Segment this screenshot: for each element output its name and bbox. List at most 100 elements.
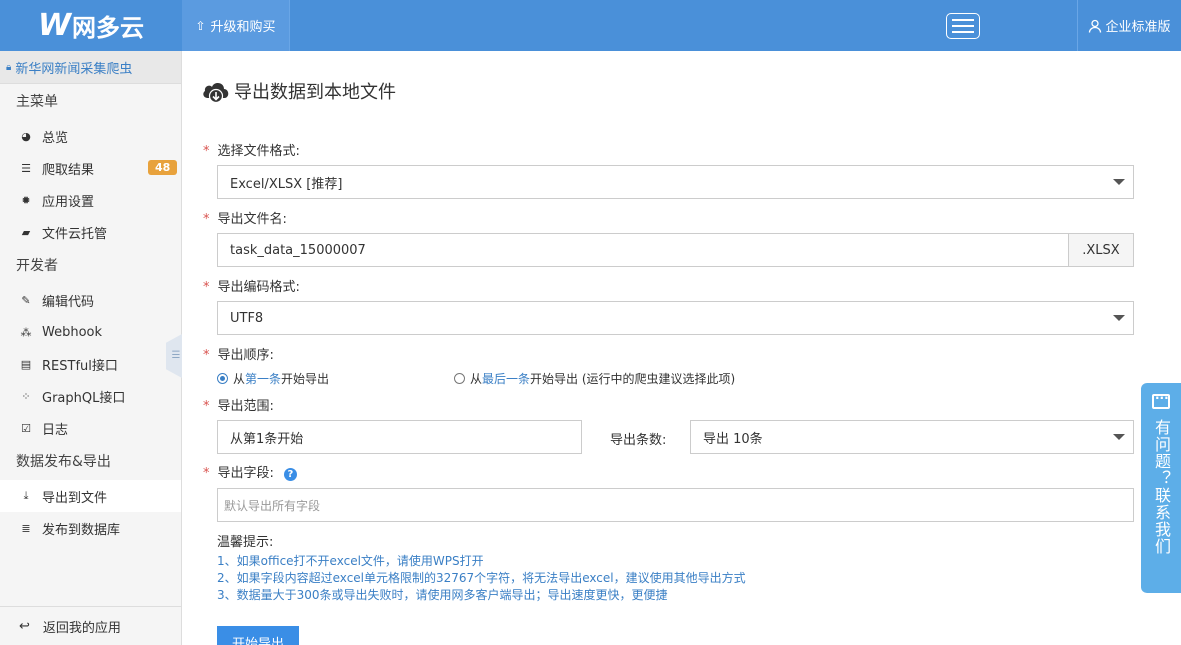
logo[interactable]: W 网多云	[0, 0, 182, 51]
top-bar: W 网多云 ⇧ 升级和购买 企业标准版	[0, 0, 1181, 51]
format-label: * 选择文件格式:	[203, 140, 300, 159]
contact-us-tab[interactable]: 有问题？联系我们	[1141, 383, 1181, 593]
dashboard-icon: ◕	[21, 129, 31, 143]
required-mark: *	[203, 466, 210, 481]
encoding-select[interactable]: UTF8	[217, 301, 1134, 335]
sidebar-item-label: RESTful接口	[42, 358, 118, 374]
hamburger-line	[952, 31, 974, 33]
results-count-badge: 48	[148, 160, 178, 175]
sidebar-item-label: GraphQL接口	[42, 390, 126, 406]
start-export-button[interactable]: 开始导出	[217, 626, 299, 645]
sidebar-item-label: 应用设置	[42, 194, 95, 210]
section-title-developer: 开发者	[16, 258, 58, 274]
upload-arrow-icon: ⇧	[195, 18, 206, 33]
page-title-text: 导出数据到本地文件	[234, 82, 396, 103]
tip-line: 3、数据量大于300条或导出失败时，请使用网多客户端导出；导出速度更快，更便捷	[217, 588, 668, 602]
upgrade-button[interactable]: ⇧ 升级和购买	[182, 0, 290, 51]
order-last-radio[interactable]: 从最后一条 开始导出 (运行中的爬虫建议选择此项)	[454, 370, 735, 387]
sidebar-item-label: 爬取结果	[42, 162, 95, 178]
webhook-icon: ⁂	[20, 325, 32, 339]
order-last-prefix: 从	[470, 372, 483, 386]
back-arrow-icon: ↩	[19, 618, 30, 634]
menu-toggle-button[interactable]	[946, 13, 980, 39]
main-content: 导出数据到本地文件 * 选择文件格式: Excel/XLSX [推荐] * 导出文件…	[182, 51, 1181, 645]
required-mark: *	[203, 280, 210, 295]
tip-line: 1、如果office打不开excel文件，请使用WPS打开	[217, 554, 484, 568]
order-first-radio[interactable]: 从第一条 开始导出	[217, 370, 329, 387]
required-mark: *	[203, 212, 210, 227]
hamburger-line	[952, 25, 974, 27]
edition-label: 企业标准版	[1105, 20, 1171, 35]
fields-label: * 导出字段:?	[203, 462, 297, 481]
folder-icon: ▰	[21, 225, 31, 239]
chevron-down-icon	[1113, 434, 1125, 440]
count-select[interactable]: 导出 10条	[690, 420, 1134, 454]
order-label-text: 导出顺序:	[217, 348, 274, 363]
order-last-suffix: 开始导出 (运行中的爬虫建议选择此项)	[530, 372, 736, 386]
contact-us-text: 有问题？联系我们	[1152, 419, 1171, 555]
sidebar-item-label: 发布到数据库	[42, 522, 121, 538]
cloud-download-icon	[203, 83, 229, 104]
logo-mark: W	[37, 8, 71, 43]
sidebar-item-restful[interactable]: ▤ RESTful接口	[0, 348, 181, 380]
sidebar-item-graphql[interactable]: ⁘ GraphQL接口	[0, 380, 181, 412]
database-icon: ≣	[21, 521, 31, 535]
project-name[interactable]: 🔒︎ 新华网新闻采集爬虫	[0, 51, 181, 84]
logo-text: 网多云	[72, 14, 145, 42]
sidebar-item-file-hosting[interactable]: ▰ 文件云托管	[0, 216, 181, 248]
hamburger-line	[952, 19, 974, 21]
filename-value: task_data_15000007	[230, 242, 366, 258]
count-value: 导出 10条	[703, 431, 763, 447]
user-icon	[1089, 19, 1102, 33]
sidebar-item-edit-code[interactable]: ✎ 编辑代码	[0, 284, 181, 316]
collapse-lines-icon: ☰	[171, 350, 181, 361]
order-first-prefix: 从	[233, 372, 246, 386]
lock-icon: 🔒︎	[6, 61, 12, 73]
sidebar-item-label: 总览	[42, 130, 69, 146]
range-start-input[interactable]: 从第1条开始	[217, 420, 582, 454]
order-last-link: 最后一条	[482, 372, 531, 386]
order-first-link: 第一条	[245, 372, 282, 386]
sidebar-item-webhook[interactable]: ⁂ Webhook	[0, 316, 181, 348]
radio-selected-icon	[217, 373, 228, 384]
filename-label-text: 导出文件名:	[217, 212, 287, 227]
edit-icon: ✎	[21, 293, 31, 307]
chevron-down-icon	[1113, 179, 1125, 185]
back-to-apps-link[interactable]: ↩ 返回我的应用	[0, 606, 181, 645]
range-start-value: 从第1条开始	[230, 431, 304, 447]
account-menu[interactable]: 企业标准版	[1077, 0, 1181, 51]
graphql-icon: ⁘	[21, 389, 31, 403]
radio-unselected-icon	[454, 373, 465, 384]
order-label: * 导出顺序:	[203, 344, 274, 363]
encoding-value: UTF8	[230, 310, 264, 326]
sidebar-item-label: 导出到文件	[42, 490, 108, 506]
fields-placeholder: 默认导出所有字段	[224, 498, 321, 513]
sidebar-item-label: 编辑代码	[42, 294, 95, 310]
sidebar-item-label: 文件云托管	[42, 226, 108, 242]
list-icon: ☰	[21, 161, 31, 175]
download-icon: ⤓	[23, 489, 29, 502]
chat-icon	[1152, 391, 1170, 409]
filename-label: * 导出文件名:	[203, 208, 287, 227]
file-extension-suffix: .XLSX	[1068, 234, 1133, 266]
sidebar-item-logs[interactable]: ☑ 日志	[0, 412, 181, 444]
filename-input[interactable]: task_data_15000007 .XLSX	[217, 233, 1134, 267]
help-icon[interactable]: ?	[283, 468, 297, 481]
order-first-suffix: 开始导出	[281, 372, 330, 386]
fields-input[interactable]: 默认导出所有字段	[217, 488, 1134, 522]
sidebar-item-results[interactable]: ☰ 爬取结果 48	[0, 152, 181, 184]
sidebar-item-settings[interactable]: ✹ 应用设置	[0, 184, 181, 216]
section-title-main-menu: 主菜单	[16, 94, 58, 110]
range-label-text: 导出范围:	[217, 399, 274, 414]
sidebar-item-overview[interactable]: ◕ 总览	[0, 120, 181, 152]
section-title-publish: 数据发布&导出	[16, 454, 111, 470]
upgrade-label: 升级和购买	[210, 20, 276, 35]
file-format-select[interactable]: Excel/XLSX [推荐]	[217, 165, 1134, 199]
calendar-icon: ☑	[21, 421, 31, 435]
format-label-text: 选择文件格式:	[217, 144, 300, 159]
sidebar-item-export-file[interactable]: ⤓ 导出到文件	[0, 480, 181, 512]
fields-label-text: 导出字段:	[217, 466, 274, 481]
project-name-label: 新华网新闻采集爬虫	[15, 61, 133, 77]
sidebar-item-publish-db[interactable]: ≣ 发布到数据库	[0, 512, 181, 544]
required-mark: *	[203, 348, 210, 363]
